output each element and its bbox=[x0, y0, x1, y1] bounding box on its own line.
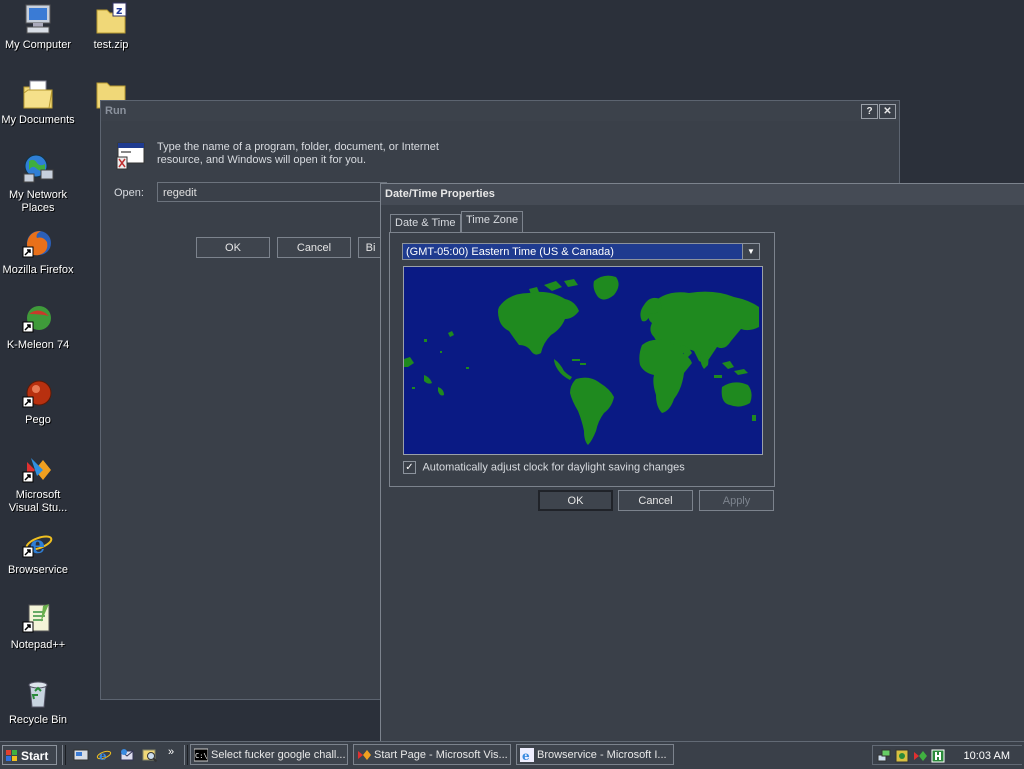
tab-time-zone[interactable]: Time Zone bbox=[461, 211, 524, 232]
run-program-icon bbox=[115, 139, 147, 171]
world-map bbox=[403, 266, 763, 455]
network-tray-icon[interactable] bbox=[877, 749, 891, 763]
desktop-icon-label: Notepad++ bbox=[10, 639, 66, 651]
run-description: Type the name of a program, folder, docu… bbox=[157, 141, 439, 166]
search-icon[interactable] bbox=[142, 747, 158, 763]
visual-studio-tray-icon[interactable] bbox=[913, 749, 927, 763]
zip-folder-icon: z bbox=[94, 2, 128, 36]
svg-text:e: e bbox=[522, 749, 530, 762]
desktop-icon-pego[interactable]: Pego bbox=[0, 377, 76, 427]
recycle-bin-icon bbox=[21, 677, 55, 711]
k-meleon-icon bbox=[21, 302, 55, 336]
desktop-icon-my-computer[interactable]: My Computer bbox=[0, 2, 76, 52]
desktop-icon-recycle-bin[interactable]: Recycle Bin bbox=[0, 677, 76, 727]
internet-explorer-icon: e bbox=[520, 748, 534, 762]
svg-text:e: e bbox=[99, 749, 107, 763]
show-desktop-icon[interactable] bbox=[73, 747, 89, 763]
open-input[interactable]: regedit bbox=[157, 182, 387, 202]
taskbar-item-browservice[interactable]: e Browservice - Microsoft I... bbox=[516, 744, 674, 765]
desktop-icon-label: K-Meleon 74 bbox=[6, 339, 70, 351]
desktop-icon-my-network-places[interactable]: My Network Places bbox=[0, 152, 76, 215]
desktop-icon-my-documents[interactable]: My Documents bbox=[0, 77, 76, 127]
taskbar-item-command-prompt[interactable]: C:\ Select fucker google chall... bbox=[190, 744, 348, 765]
desktop-icon-label: Mozilla Firefox bbox=[2, 264, 74, 276]
desktop-icon-label: My Documents bbox=[1, 114, 75, 126]
apply-button[interactable]: Apply bbox=[699, 490, 774, 511]
visual-studio-icon bbox=[21, 452, 55, 486]
desktop-icon-label: Browservice bbox=[8, 564, 68, 576]
time-zone-panel: (GMT-05:00) Eastern Time (US & Canada) ▼ bbox=[389, 232, 775, 487]
ok-button[interactable]: OK bbox=[196, 237, 270, 258]
taskbar: Start e » C:\ Select fucker google chall… bbox=[0, 741, 1024, 769]
taskbar-item-label: Start Page - Microsoft Vis... bbox=[374, 749, 508, 761]
cancel-button[interactable]: Cancel bbox=[277, 237, 351, 258]
command-prompt-icon: C:\ bbox=[194, 748, 208, 762]
close-button[interactable]: ✕ bbox=[879, 104, 896, 119]
desktop-icon-k-meleon[interactable]: K-Meleon 74 bbox=[0, 302, 76, 352]
windows-logo-icon bbox=[6, 750, 17, 761]
desktop-icon-label: My Network Places bbox=[8, 189, 68, 214]
open-label: Open: bbox=[114, 187, 144, 199]
datetime-dialog-titlebar[interactable]: Date/Time Properties bbox=[381, 184, 1024, 205]
quicklaunch-overflow-chevron[interactable]: » bbox=[168, 746, 174, 758]
svg-text:C:\: C:\ bbox=[195, 752, 208, 760]
internet-explorer-icon: e bbox=[21, 527, 55, 561]
svg-text:z: z bbox=[116, 4, 122, 17]
browse-button[interactable]: Bi bbox=[358, 237, 382, 258]
firefox-icon bbox=[21, 227, 55, 261]
desktop-icon-label: test.zip bbox=[93, 39, 129, 51]
desktop-icon-label: Pego bbox=[25, 414, 51, 426]
taskbar-item-label: Browservice - Microsoft I... bbox=[537, 749, 667, 761]
taskbar-grip[interactable] bbox=[184, 745, 188, 765]
dst-checkbox[interactable]: ✓ bbox=[403, 461, 416, 474]
app-tray-icon[interactable] bbox=[931, 749, 945, 763]
desktop-icon-visual-studio[interactable]: Microsoft Visual Stu... bbox=[0, 452, 76, 515]
desktop-icon-label: Microsoft Visual Stu... bbox=[8, 489, 68, 514]
pego-icon bbox=[21, 377, 55, 411]
outlook-express-icon[interactable] bbox=[119, 747, 135, 763]
world-map-image bbox=[404, 267, 762, 454]
ok-button[interactable]: OK bbox=[538, 490, 613, 511]
shield-tray-icon[interactable] bbox=[895, 749, 909, 763]
computer-icon bbox=[21, 2, 55, 36]
visual-studio-icon bbox=[358, 750, 371, 760]
desktop-icon-browservice[interactable]: e Browservice bbox=[0, 527, 76, 577]
desktop-icon-test-zip[interactable]: z test.zip bbox=[73, 2, 149, 52]
taskbar-item-label: Select fucker google chall... bbox=[211, 749, 346, 761]
dst-label: Automatically adjust clock for daylight … bbox=[422, 461, 685, 474]
desktop-icon-label: My Computer bbox=[4, 39, 72, 51]
quicklaunch-grip[interactable] bbox=[62, 745, 66, 765]
run-dialog-titlebar[interactable]: Run ? ✕ bbox=[101, 101, 899, 121]
documents-folder-icon bbox=[21, 77, 55, 111]
time-zone-select[interactable]: (GMT-05:00) Eastern Time (US & Canada) ▼ bbox=[402, 243, 760, 260]
desktop-icon-label: Recycle Bin bbox=[8, 714, 68, 726]
system-clock[interactable]: 10:03 AM bbox=[964, 750, 1010, 762]
datetime-dialog: Date/Time Properties Date & Time Time Zo… bbox=[380, 183, 1024, 749]
chevron-down-icon[interactable]: ▼ bbox=[742, 244, 759, 259]
desktop-icon-notepad-plus-plus[interactable]: Notepad++ bbox=[0, 602, 76, 652]
notepad-plus-plus-icon bbox=[21, 602, 55, 636]
start-button[interactable]: Start bbox=[2, 745, 57, 765]
tab-date-time[interactable]: Date & Time bbox=[390, 214, 461, 232]
internet-explorer-icon[interactable]: e bbox=[96, 747, 112, 763]
desktop-icon-mozilla-firefox[interactable]: Mozilla Firefox bbox=[0, 227, 76, 277]
taskbar-item-visual-studio[interactable]: Start Page - Microsoft Vis... bbox=[353, 744, 511, 765]
time-zone-value: (GMT-05:00) Eastern Time (US & Canada) bbox=[406, 246, 614, 258]
system-tray: 10:03 AM bbox=[872, 745, 1022, 765]
network-globe-icon bbox=[21, 152, 55, 186]
dst-checkbox-row[interactable]: ✓ Automatically adjust clock for dayligh… bbox=[403, 461, 685, 474]
start-label: Start bbox=[21, 749, 49, 763]
help-button[interactable]: ? bbox=[861, 104, 878, 119]
run-dialog-title: Run bbox=[105, 105, 127, 117]
cancel-button[interactable]: Cancel bbox=[618, 490, 693, 511]
datetime-dialog-title: Date/Time Properties bbox=[385, 188, 495, 200]
